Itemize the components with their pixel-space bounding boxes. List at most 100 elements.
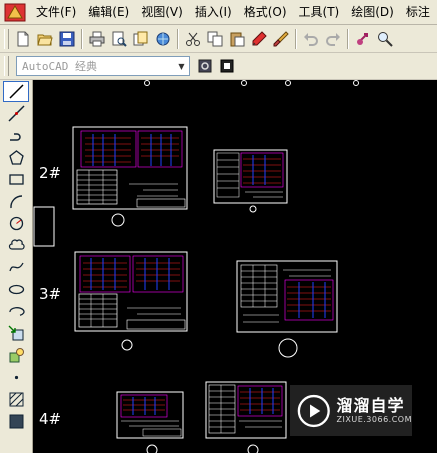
drawing-sheet-2b[interactable] — [213, 149, 288, 204]
workspace-value: AutoCAD 经典 — [22, 60, 97, 73]
zoom-realtime-button[interactable] — [374, 28, 396, 50]
print-icon — [89, 31, 105, 46]
undo-icon — [304, 32, 318, 46]
polyline-button[interactable] — [3, 125, 29, 146]
circle-button[interactable] — [3, 213, 29, 234]
undo-button[interactable] — [300, 28, 322, 50]
cut-icon — [186, 32, 200, 46]
insert-block-button[interactable] — [3, 323, 29, 344]
toolbar-grip[interactable] — [4, 28, 9, 49]
polygon-button[interactable] — [3, 147, 29, 168]
revision-cloud-icon — [8, 239, 25, 250]
hatch-icon — [9, 392, 23, 407]
open-folder-icon — [37, 34, 53, 45]
menu-insert[interactable]: 插入(I) — [189, 1, 238, 23]
paste-icon — [230, 32, 245, 46]
autocad-app-icon[interactable] — [4, 1, 26, 23]
new-file-icon — [17, 31, 29, 46]
drawing-sheet-4b[interactable] — [205, 381, 287, 439]
menu-dimension[interactable]: 标注 — [400, 1, 436, 23]
drawing-sheet-3b[interactable] — [236, 260, 338, 333]
marker-circles-top — [144, 80, 359, 86]
ellipse-arc-button[interactable] — [3, 301, 29, 322]
zoom-realtime-icon — [378, 31, 393, 47]
redo-button[interactable] — [322, 28, 344, 50]
rectangle-icon — [8, 174, 24, 185]
cut-button[interactable] — [182, 28, 204, 50]
spline-icon — [8, 262, 24, 272]
watermark-text: 溜溜自学 ZIXUE.3066.COM — [337, 396, 412, 425]
watermark-url: ZIXUE.3066.COM — [336, 415, 412, 424]
menu-format[interactable]: 格式(O) — [238, 1, 293, 23]
make-block-icon — [9, 348, 24, 363]
workspace-settings-button[interactable] — [194, 55, 216, 77]
circle-icon — [9, 216, 23, 231]
play-logo-icon — [297, 394, 330, 427]
drawing-sheet-3a[interactable] — [74, 251, 188, 332]
drawing-sheet-4a[interactable] — [116, 391, 184, 439]
new-file-button[interactable] — [12, 28, 34, 50]
marker-circle — [111, 213, 125, 227]
marker-circle — [146, 444, 158, 453]
toolbar-grip[interactable] — [4, 56, 9, 76]
arc-icon — [9, 195, 22, 209]
copy-icon — [207, 31, 223, 46]
print-button[interactable] — [86, 28, 108, 50]
match-properties-button[interactable] — [248, 28, 270, 50]
drawing-sheet-2a[interactable] — [72, 126, 188, 210]
watermark-title: 溜溜自学 — [336, 396, 405, 415]
toolbar-separator — [81, 28, 83, 49]
spline-button[interactable] — [3, 257, 29, 278]
publish-icon — [133, 31, 148, 45]
menu-view[interactable]: 视图(V) — [135, 1, 189, 23]
3d-dwf-button[interactable] — [152, 28, 174, 50]
menu-file[interactable]: 文件(F) — [30, 1, 82, 23]
selection-rectangle[interactable] — [33, 206, 55, 247]
point-button[interactable] — [3, 367, 29, 388]
workspace-save-button[interactable] — [216, 55, 238, 77]
draw-toolbar — [0, 80, 33, 453]
brush-button[interactable] — [270, 28, 292, 50]
pan-button[interactable] — [352, 28, 374, 50]
line-icon — [8, 84, 24, 99]
polyline-icon — [9, 133, 21, 141]
gradient-button[interactable] — [3, 411, 29, 432]
arc-button[interactable] — [3, 191, 29, 212]
pan-icon — [357, 32, 368, 45]
ellipse-icon — [8, 284, 24, 295]
workspace-icon — [220, 59, 234, 73]
marker-circle — [247, 444, 259, 453]
workspace-dropdown[interactable]: AutoCAD 经典 ▼ — [16, 56, 190, 76]
rectangle-button[interactable] — [3, 169, 29, 190]
print-preview-button[interactable] — [108, 28, 130, 50]
line-button[interactable] — [3, 81, 29, 102]
menu-bar: 文件(F) 编辑(E) 视图(V) 插入(I) 格式(O) 工具(T) 绘图(D… — [0, 0, 437, 25]
print-preview-icon — [112, 31, 127, 47]
save-button[interactable] — [56, 28, 78, 50]
toolbar-separator — [295, 28, 297, 49]
menu-draw[interactable]: 绘图(D) — [345, 1, 400, 23]
menu-edit[interactable]: 编辑(E) — [82, 1, 135, 23]
toolbar-separator — [177, 28, 179, 49]
marker-circle — [278, 338, 298, 358]
chevron-down-icon[interactable]: ▼ — [174, 57, 189, 75]
gear-icon — [198, 59, 212, 73]
make-block-button[interactable] — [3, 345, 29, 366]
publish-button[interactable] — [130, 28, 152, 50]
toolbar-separator — [347, 28, 349, 49]
hatch-button[interactable] — [3, 389, 29, 410]
workspaces-toolbar: AutoCAD 经典 ▼ — [0, 53, 437, 80]
paste-button[interactable] — [226, 28, 248, 50]
open-button[interactable] — [34, 28, 56, 50]
3d-dwf-icon — [156, 32, 170, 45]
ellipse-button[interactable] — [3, 279, 29, 300]
standard-toolbar — [0, 25, 437, 53]
copy-button[interactable] — [204, 28, 226, 50]
revision-cloud-button[interactable] — [3, 235, 29, 256]
gradient-icon — [9, 414, 23, 429]
construction-line-button[interactable] — [3, 103, 29, 124]
marker-circle — [249, 205, 257, 213]
menu-tools[interactable]: 工具(T) — [293, 1, 346, 23]
watermark: 溜溜自学 ZIXUE.3066.COM — [290, 385, 412, 436]
marker-circle — [121, 339, 133, 351]
